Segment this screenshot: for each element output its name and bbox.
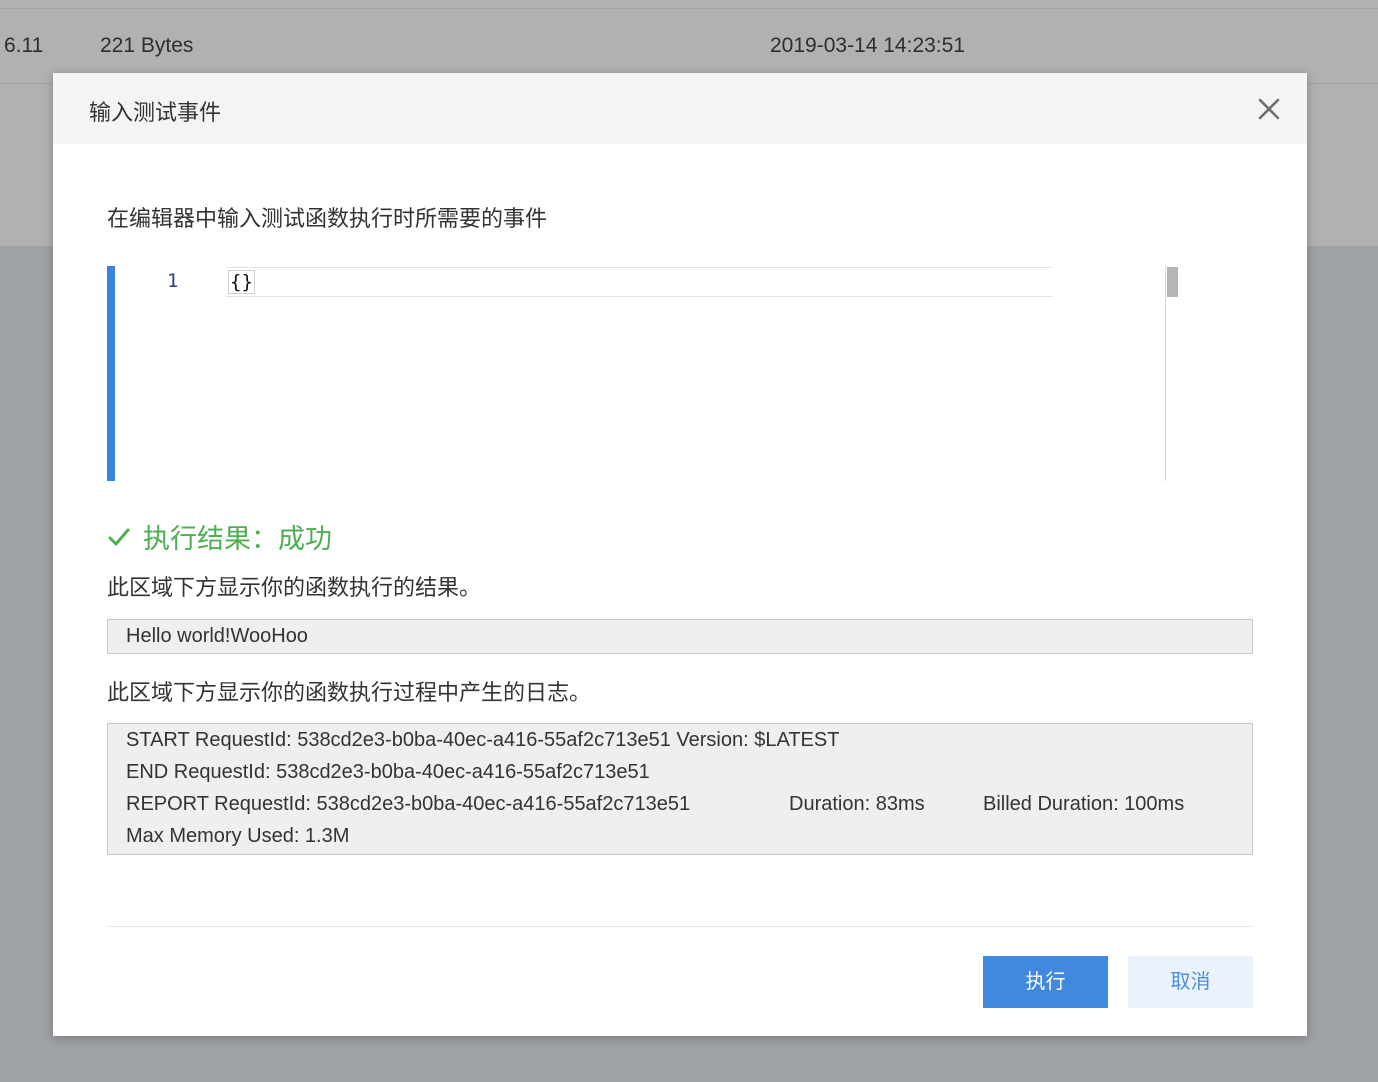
close-icon [1258, 98, 1280, 120]
background-cell-time: 2019-03-14 14:23:51 [770, 34, 965, 57]
run-button[interactable]: 执行 [983, 956, 1108, 1008]
dialog-header: 输入测试事件 [53, 73, 1307, 144]
output-text: Hello world!WooHoo [126, 625, 308, 647]
log-box: START RequestId: 538cd2e3-b0ba-40ec-a416… [107, 723, 1253, 855]
log-line: Max Memory Used: 1.3M [126, 825, 350, 847]
code-line-active[interactable]: {} [226, 267, 1053, 297]
cancel-button[interactable]: 取消 [1128, 956, 1253, 1008]
code-text[interactable]: {} [228, 270, 255, 294]
log-line: REPORT RequestId: 538cd2e3-b0ba-40ec-a41… [126, 793, 691, 815]
background-cell-size: 221 Bytes [100, 34, 194, 57]
result-status: 执行结果：成功 [107, 517, 332, 556]
log-duration: Duration: 83ms [789, 793, 925, 815]
event-code-editor[interactable]: 1 {} [107, 266, 1253, 481]
footer-divider [107, 926, 1253, 927]
editor-scrollbar[interactable] [1167, 267, 1178, 297]
output-description: 此区域下方显示你的函数执行的结果。 [107, 575, 482, 600]
output-box: Hello world!WooHoo [107, 619, 1253, 654]
close-button[interactable] [1257, 97, 1281, 121]
background-divider [0, 8, 1378, 9]
editor-description: 在编辑器中输入测试函数执行时所需要的事件 [107, 206, 548, 231]
log-description: 此区域下方显示你的函数执行过程中产生的日志。 [107, 680, 592, 705]
background-cell-version: 6.11 [4, 34, 44, 57]
editor-focus-bar [107, 266, 115, 481]
log-line: START RequestId: 538cd2e3-b0ba-40ec-a416… [126, 729, 840, 751]
result-status-text: 执行结果：成功 [143, 524, 332, 554]
test-event-dialog: 输入测试事件 在编辑器中输入测试函数执行时所需要的事件 1 {} 执行结果：成功… [53, 73, 1307, 1036]
log-line: END RequestId: 538cd2e3-b0ba-40ec-a416-5… [126, 761, 650, 783]
dialog-title: 输入测试事件 [89, 100, 222, 125]
log-billed-duration: Billed Duration: 100ms [983, 793, 1185, 815]
check-icon [108, 528, 130, 545]
line-number: 1 [167, 270, 179, 292]
editor-ruler [1165, 266, 1166, 481]
